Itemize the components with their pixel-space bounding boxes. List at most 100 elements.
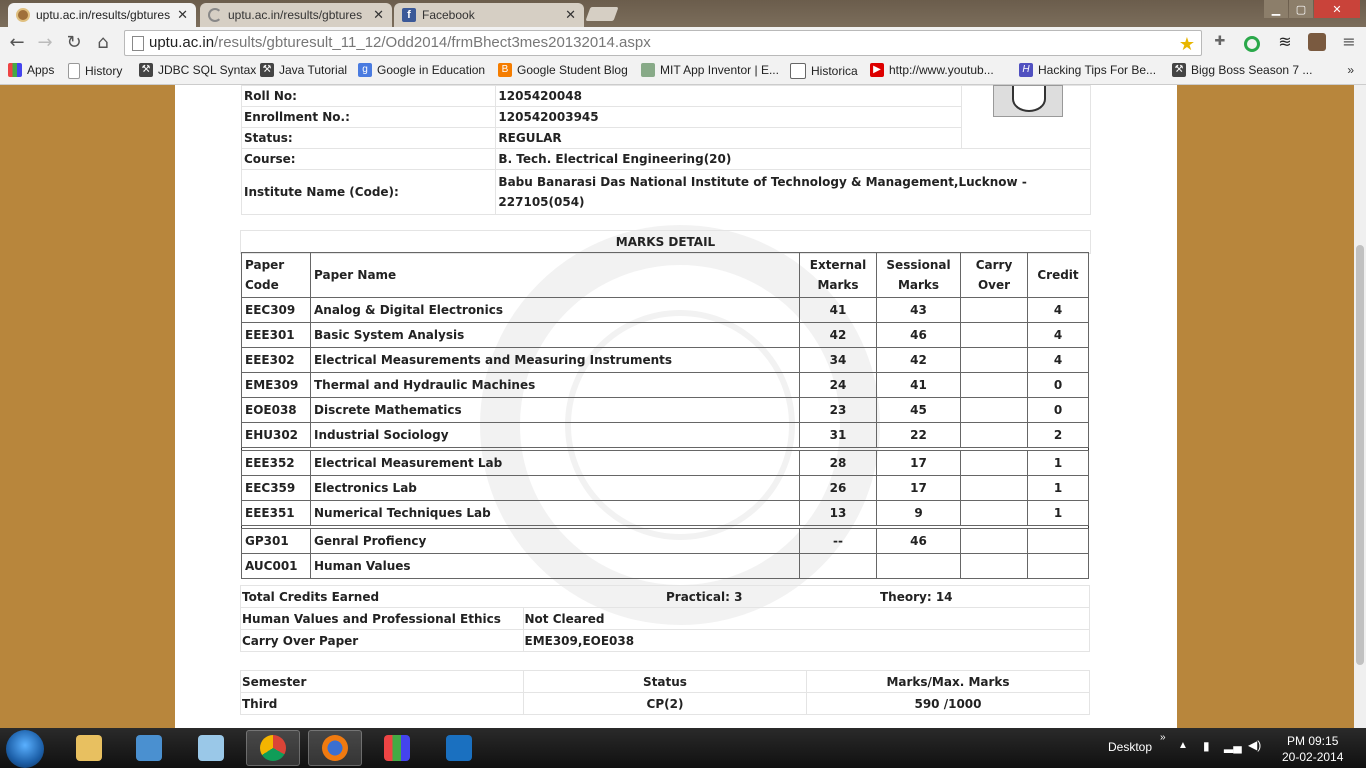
paper-code-cell: AUC001 [241, 553, 311, 579]
marks-row: EEE351 Numerical Techniques Lab 13 9 1 [241, 500, 1089, 526]
paper-name-cell: Analog & Digital Electronics [310, 297, 800, 323]
paper-name-cell: Numerical Techniques Lab [310, 500, 800, 526]
bookmark-youtube[interactable]: ▶ http://www.youtub... [870, 63, 994, 77]
taskbar-firefox[interactable] [308, 730, 362, 766]
toolbar-expand-icon[interactable]: » [1160, 732, 1166, 743]
home-button[interactable]: ⌂ [92, 32, 114, 54]
semester-row: Third CP(2) 590 /1000 [240, 692, 1090, 715]
bookmark-jdbc[interactable]: ⚒ JDBC SQL Syntax [139, 63, 256, 77]
paper-name-cell: Industrial Sociology [310, 422, 800, 448]
carry-over-cell [960, 372, 1028, 398]
tab-label: uptu.ac.in/results/gbtures [228, 8, 363, 22]
semester-marks-value: 590 /1000 [806, 692, 1090, 715]
apps-grid-icon [8, 63, 22, 77]
semester-value: Third [240, 692, 524, 715]
practical-credits: Practical: 3 [665, 585, 879, 608]
close-tab-icon[interactable]: ✕ [177, 7, 188, 23]
marks-row: EEC359 Electronics Lab 26 17 1 [241, 475, 1089, 501]
taskbar-maxthon[interactable] [432, 730, 486, 766]
bookmark-student-blog[interactable]: B Google Student Blog [498, 63, 628, 77]
bookmark-hacking-tips[interactable]: H Hacking Tips For Be... [1019, 63, 1156, 77]
tab-results-2[interactable]: uptu.ac.in/results/gbtures ✕ [200, 3, 392, 27]
maximize-button[interactable]: ▢ [1289, 0, 1313, 18]
taskbar-apps[interactable] [370, 730, 424, 766]
camera-extension-icon[interactable] [1308, 33, 1326, 51]
credit-cell: 1 [1027, 475, 1089, 501]
forward-button[interactable]: → [34, 32, 56, 54]
scrollbar-thumb[interactable] [1356, 245, 1364, 665]
show-hidden-icons-icon[interactable]: ▲ [1178, 740, 1188, 751]
marks-header-row: Paper Code Paper Name External Marks Ses… [241, 252, 1089, 298]
bookmark-mit-app-inventor[interactable]: MIT App Inventor | E... [641, 63, 779, 77]
theory-rows: EEC309 Analog & Digital Electronics 41 43 4 E… [241, 297, 1089, 448]
vertical-scrollbar[interactable] [1354, 85, 1366, 728]
network-icon[interactable]: ▂▄ [1224, 739, 1242, 753]
credit-cell: 4 [1027, 347, 1089, 373]
sessional-marks-cell: 42 [876, 347, 961, 373]
green-ring-extension-icon[interactable] [1244, 36, 1260, 52]
close-tab-icon[interactable]: ✕ [373, 7, 384, 23]
paper-code-cell: EME309 [241, 372, 311, 398]
paper-name-cell: Electrical Measurements and Measuring In… [310, 347, 800, 373]
address-bar[interactable]: uptu.ac.in/results/gbturesult_11_12/Odd2… [124, 30, 1202, 56]
marks-row: GP301 Genral Profiency -- 46 [241, 528, 1089, 554]
close-tab-icon[interactable]: ✕ [565, 7, 576, 23]
back-button[interactable]: ← [6, 32, 28, 54]
tab-label: uptu.ac.in/results/gbtures [36, 8, 171, 22]
volume-icon[interactable]: ◀) [1248, 738, 1261, 752]
url-host: uptu.ac.in [149, 34, 215, 51]
student-info-table: Roll No: 1205420048 Enrollment No.: 1205… [240, 85, 1091, 215]
menu-icon[interactable]: ≡ [1340, 33, 1358, 51]
bookmark-history[interactable]: History [68, 63, 122, 79]
carry-over-value: EME309,EOE038 [522, 629, 1090, 652]
taskbar-media-player[interactable] [122, 730, 176, 766]
external-marks-cell: -- [799, 528, 877, 554]
bookmark-java[interactable]: ⚒ Java Tutorial [260, 63, 347, 77]
tab-facebook[interactable]: f Facebook ✕ [394, 3, 584, 27]
start-button[interactable] [6, 730, 44, 768]
taskbar-notepad[interactable] [184, 730, 238, 766]
puzzle-extension-icon[interactable]: ✚ [1211, 33, 1229, 51]
taskbar-explorer[interactable] [62, 730, 116, 766]
new-tab-button[interactable] [585, 7, 619, 21]
url-path: /results/gbturesult_11_12/Odd2014/frmBhe… [214, 34, 651, 51]
battery-icon[interactable]: ▮ [1203, 739, 1210, 753]
carry-over-cell [960, 553, 1028, 579]
sessional-marks-cell: 46 [876, 528, 961, 554]
credit-cell: 0 [1027, 397, 1089, 423]
bookmark-apps[interactable]: Apps [8, 63, 54, 77]
desktop-toolbar-label[interactable]: Desktop [1108, 740, 1152, 754]
marks-row: EME309 Thermal and Hydraulic Machines 24 41… [241, 372, 1089, 398]
bookmark-historica[interactable]: Historica [790, 63, 858, 79]
paper-name-cell: Electronics Lab [310, 475, 800, 501]
page-icon [132, 36, 144, 51]
tab-results-1[interactable]: uptu.ac.in/results/gbtures ✕ [8, 3, 196, 27]
summary-row: Carry Over Paper EME309,EOE038 [240, 629, 1090, 652]
info-row: Course: B. Tech. Electrical Engineering(… [240, 148, 1091, 170]
external-marks-cell [799, 553, 877, 579]
external-marks-cell: 13 [799, 500, 877, 526]
minimize-button[interactable]: ▁ [1264, 0, 1288, 18]
more-bookmarks-button[interactable]: » [1347, 63, 1354, 77]
paper-name-cell: Genral Profiency [310, 528, 800, 554]
close-window-button[interactable]: ✕ [1314, 0, 1360, 18]
clock-time[interactable]: PM 09:15 [1287, 734, 1338, 748]
taskbar-chrome[interactable] [246, 730, 300, 766]
bookmark-bigg-boss[interactable]: ⚒ Bigg Boss Season 7 ... [1172, 63, 1312, 77]
roll-label: Roll No: [240, 85, 497, 107]
reload-button[interactable]: ↻ [63, 32, 85, 54]
institute-value: Babu Banarasi Das National Institute of … [495, 169, 1091, 215]
browser-toolbar: ← → ↻ ⌂ uptu.ac.in/results/gbturesult_11… [0, 27, 1366, 59]
carry-over-cell [960, 297, 1028, 323]
credit-cell: 1 [1027, 500, 1089, 526]
clock-date[interactable]: 20-02-2014 [1282, 750, 1343, 764]
paper-name-cell: Thermal and Hydraulic Machines [310, 372, 800, 398]
app-inventor-icon [641, 63, 655, 77]
external-marks-cell: 34 [799, 347, 877, 373]
bookmark-star-icon[interactable]: ★ [1179, 32, 1195, 56]
chrome-icon [260, 735, 286, 761]
bookmark-google-education[interactable]: g Google in Education [358, 63, 485, 77]
page-icon [68, 63, 80, 79]
course-label: Course: [240, 148, 497, 170]
layers-extension-icon[interactable]: ≋ [1276, 33, 1294, 51]
